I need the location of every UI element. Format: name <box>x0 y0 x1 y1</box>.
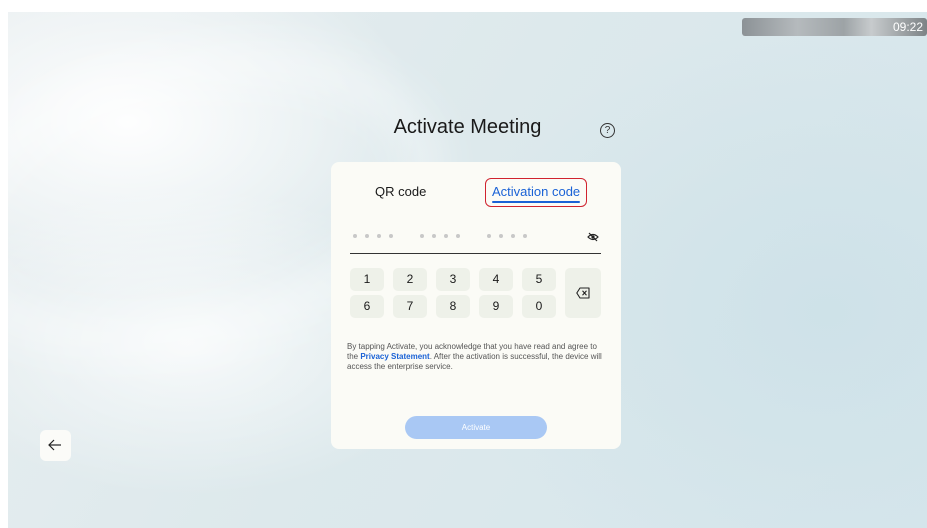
dot <box>499 234 503 238</box>
key-6[interactable]: 6 <box>350 295 384 318</box>
dot <box>523 234 527 238</box>
tab-activation-code[interactable]: Activation code <box>485 178 588 207</box>
active-tab-indicator <box>492 201 581 203</box>
activate-button[interactable]: Activate <box>405 416 547 439</box>
dot <box>432 234 436 238</box>
screen-background: 09:22 Activate Meeting ? QR code Activat… <box>8 12 927 528</box>
tab-qr-code[interactable]: QR code <box>375 184 426 199</box>
privacy-disclaimer: By tapping Activate, you acknowledge tha… <box>347 342 609 372</box>
key-0[interactable]: 0 <box>522 295 556 318</box>
dot <box>353 234 357 238</box>
privacy-statement-link[interactable]: Privacy Statement <box>360 352 429 361</box>
key-2[interactable]: 2 <box>393 268 427 291</box>
arrow-left-icon <box>48 439 61 451</box>
tab-activation-code-label: Activation code <box>492 184 581 199</box>
code-placeholder-dots <box>353 234 527 238</box>
dot <box>511 234 515 238</box>
dot <box>487 234 491 238</box>
key-5[interactable]: 5 <box>522 268 556 291</box>
dot <box>456 234 460 238</box>
dot-group <box>420 234 460 238</box>
status-bar: 09:22 <box>742 18 927 36</box>
activation-code-input[interactable] <box>350 228 601 254</box>
key-3[interactable]: 3 <box>436 268 470 291</box>
dot <box>389 234 393 238</box>
back-button[interactable] <box>40 430 71 461</box>
activation-card: QR code Activation code 1 2 3 4 5 6 7 8 … <box>331 162 621 449</box>
key-1[interactable]: 1 <box>350 268 384 291</box>
key-7[interactable]: 7 <box>393 295 427 318</box>
key-4[interactable]: 4 <box>479 268 513 291</box>
backspace-icon <box>576 287 590 299</box>
question-circle-icon[interactable]: ? <box>600 123 615 138</box>
dot <box>444 234 448 238</box>
dot-group <box>353 234 393 238</box>
status-time: 09:22 <box>892 20 923 34</box>
eye-off-icon[interactable] <box>587 232 599 242</box>
dot <box>420 234 424 238</box>
dot <box>377 234 381 238</box>
key-9[interactable]: 9 <box>479 295 513 318</box>
dot <box>365 234 369 238</box>
backspace-button[interactable] <box>565 268 601 318</box>
page-title: Activate Meeting <box>393 116 542 138</box>
dot-group <box>487 234 527 238</box>
key-8[interactable]: 8 <box>436 295 470 318</box>
